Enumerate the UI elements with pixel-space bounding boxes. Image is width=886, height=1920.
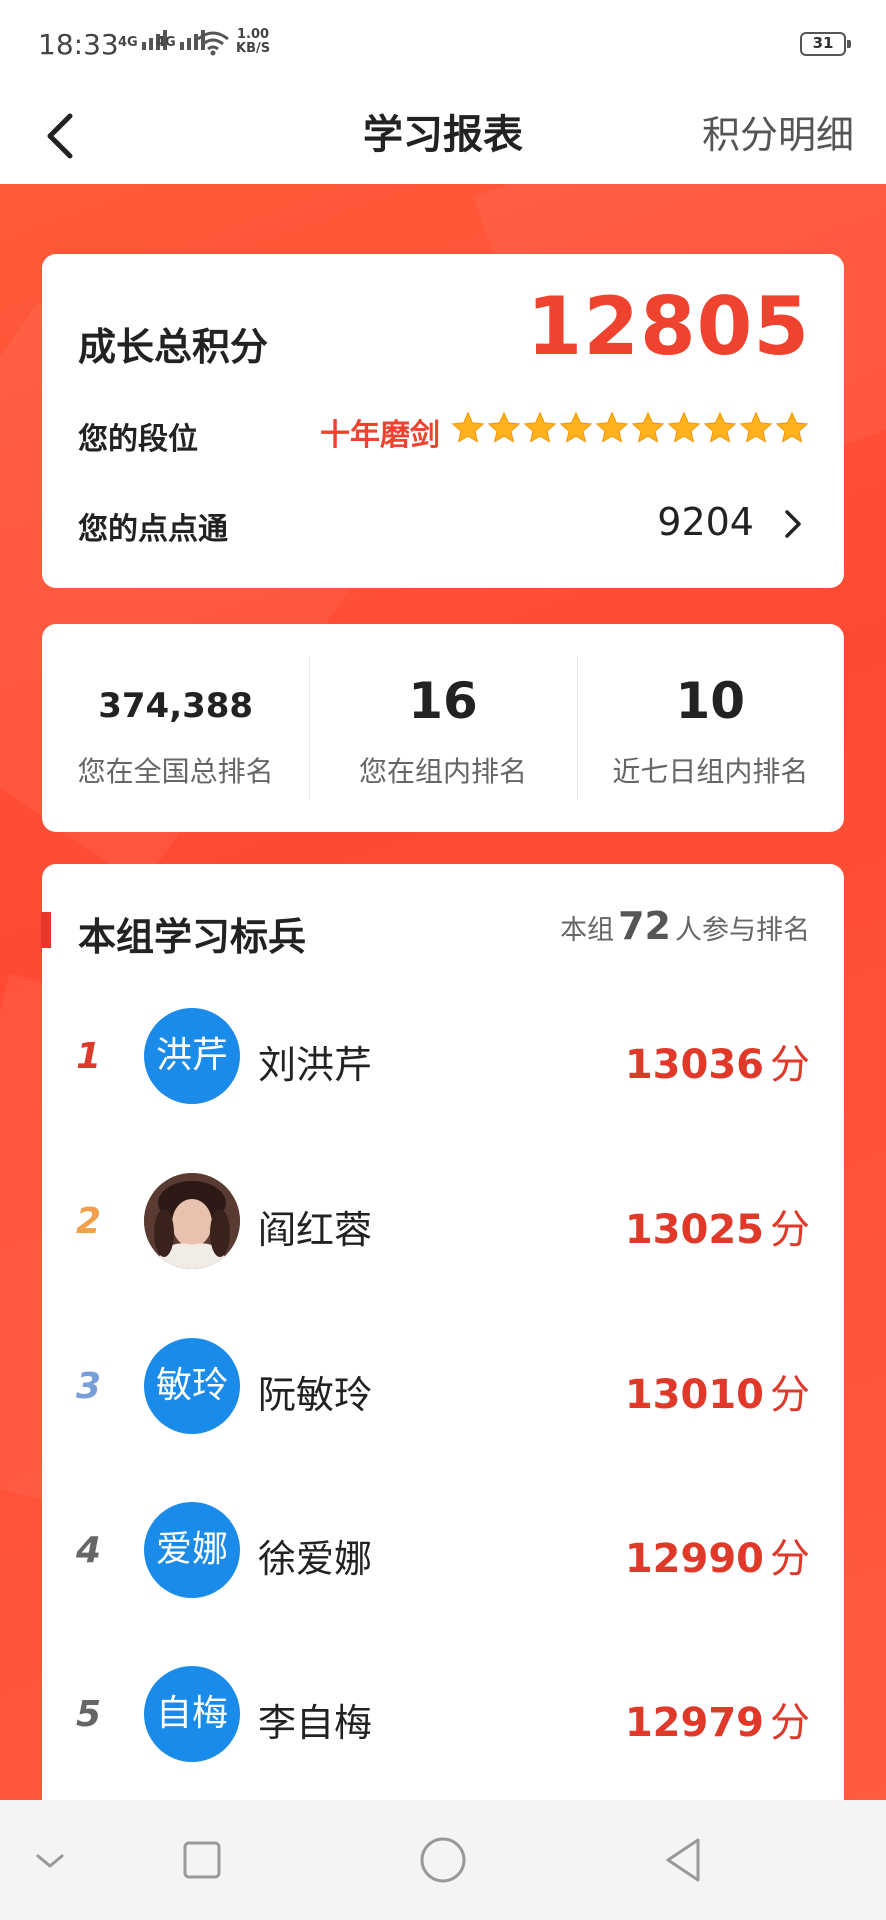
stat-label: 您在全国总排名 bbox=[77, 755, 274, 788]
member-score: 13036 分 bbox=[624, 1042, 810, 1088]
rank-title: 十年磨剑 bbox=[320, 418, 440, 453]
leaderboard-row[interactable]: 2 阎红蓉 13025 分 bbox=[42, 1173, 844, 1283]
back-nav-icon[interactable] bbox=[654, 1830, 714, 1890]
member-name: 徐爱娜 bbox=[258, 1537, 373, 1581]
weekly-group-rank-stat: 10 近七日组内排名 bbox=[576, 624, 844, 832]
member-name: 阮敏玲 bbox=[258, 1373, 373, 1417]
points-detail-link[interactable]: 积分明细 bbox=[702, 104, 854, 159]
profile-photo-icon bbox=[144, 1173, 240, 1269]
member-name: 刘洪芹 bbox=[258, 1043, 373, 1087]
rank-number: 4 bbox=[76, 1530, 102, 1571]
group-rank-stat: 16 您在组内排名 bbox=[309, 624, 576, 832]
top-app-bar: 学习报表 积分明细 bbox=[0, 86, 886, 186]
star-icon bbox=[559, 411, 593, 443]
chevron-right-icon[interactable] bbox=[782, 508, 804, 540]
status-bar: 18:33 4G 4G 1.00 KB/S 31 bbox=[0, 0, 886, 86]
status-time: 18:33 bbox=[38, 28, 119, 61]
leaderboard-row[interactable]: 5 自梅 李自梅 12979 分 bbox=[42, 1666, 844, 1776]
star-icon bbox=[631, 411, 665, 443]
diandiantong-value[interactable]: 9204 bbox=[657, 500, 754, 544]
diandiantong-label: 您的点点通 bbox=[78, 512, 228, 547]
stat-value: 10 bbox=[675, 672, 746, 730]
leaderboard-row[interactable]: 1 洪芹 刘洪芹 13036 分 bbox=[42, 1008, 844, 1118]
network-speed: 1.00 KB/S bbox=[236, 27, 271, 56]
star-icon bbox=[775, 411, 809, 443]
leaderboard-row[interactable]: 4 爱娜 徐爱娜 12990 分 bbox=[42, 1502, 844, 1612]
member-score: 12990 分 bbox=[624, 1536, 810, 1582]
member-score: 13010 分 bbox=[624, 1372, 810, 1418]
wifi-icon bbox=[197, 31, 229, 56]
rank-number: 2 bbox=[76, 1201, 102, 1242]
member-name: 阎红蓉 bbox=[258, 1208, 373, 1252]
stat-value: 16 bbox=[408, 672, 478, 730]
star-icon bbox=[487, 411, 521, 443]
leaderboard-title: 本组学习标兵 bbox=[78, 915, 307, 959]
participants-count: 本组 72 人参与排名 bbox=[560, 904, 810, 948]
avatar: 敏玲 bbox=[144, 1338, 240, 1434]
star-icon bbox=[667, 411, 701, 443]
member-score: 12979 分 bbox=[624, 1700, 810, 1746]
summary-card: 成长总积分 12805 您的段位 十年磨剑 您的点点通 9204 bbox=[42, 254, 844, 588]
avatar: 洪芹 bbox=[144, 1008, 240, 1104]
avatar: 爱娜 bbox=[144, 1502, 240, 1598]
rank-number: 1 bbox=[76, 1036, 102, 1077]
leaderboard-card: 本组学习标兵 本组 72 人参与排名 1 洪芹 刘洪芹 13036 分 2 阎红蓉 1… bbox=[41, 864, 844, 1824]
star-icon bbox=[595, 411, 629, 443]
member-score: 13025 分 bbox=[624, 1207, 810, 1253]
national-rank-stat: 374,388 您在全国总排名 bbox=[42, 624, 309, 832]
rank-label: 您的段位 bbox=[78, 422, 198, 457]
leaderboard-row[interactable]: 3 敏玲 阮敏玲 13010 分 bbox=[42, 1338, 844, 1448]
avatar-photo bbox=[144, 1173, 240, 1269]
system-nav-bar bbox=[0, 1800, 886, 1920]
stat-value: 374,388 bbox=[98, 686, 254, 726]
battery-icon: 31 bbox=[800, 32, 851, 56]
member-name: 李自梅 bbox=[258, 1701, 373, 1745]
star-icon bbox=[523, 411, 557, 443]
nav-hide-icon[interactable] bbox=[20, 1830, 80, 1890]
recent-apps-icon[interactable] bbox=[172, 1830, 232, 1890]
star-icon bbox=[703, 411, 737, 443]
rank-number: 5 bbox=[76, 1694, 102, 1735]
home-icon[interactable] bbox=[413, 1830, 473, 1890]
ranking-stats-card: 374,388 您在全国总排名 16 您在组内排名 10 近七日组内排名 bbox=[42, 624, 844, 832]
total-points-label: 成长总积分 bbox=[78, 325, 269, 369]
star-icon bbox=[739, 411, 773, 443]
total-points-value: 12805 bbox=[526, 280, 810, 373]
avatar: 自梅 bbox=[144, 1666, 240, 1762]
stat-label: 您在组内排名 bbox=[358, 755, 527, 788]
rank-number: 3 bbox=[76, 1366, 102, 1407]
rank-stars bbox=[450, 410, 810, 446]
stat-label: 近七日组内排名 bbox=[612, 755, 809, 788]
star-icon bbox=[451, 411, 485, 443]
section-accent-bar bbox=[41, 912, 51, 948]
